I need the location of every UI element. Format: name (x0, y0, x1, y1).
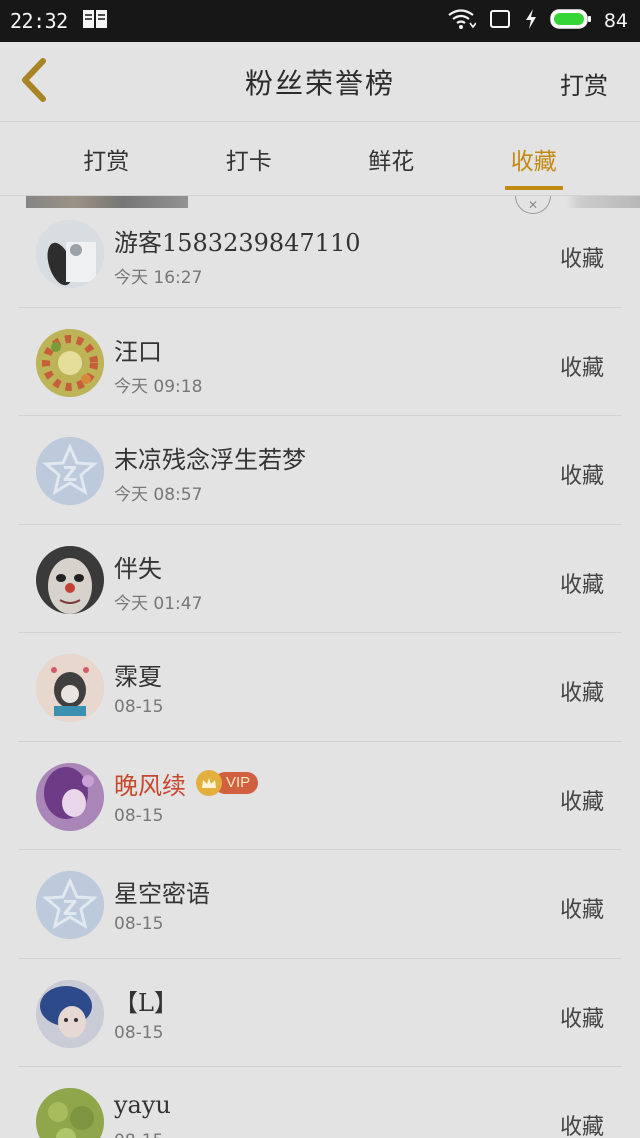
user-name: 游客1583239847110 (114, 229, 361, 257)
user-name: 【L】 (114, 988, 178, 1017)
list-item[interactable]: 晚风续 VIP 08-15 收藏 (0, 742, 640, 851)
user-name: 晚风续 (114, 771, 186, 800)
favorite-label: 收藏 (559, 247, 604, 272)
user-name: 伴失 (114, 554, 162, 583)
avatar[interactable]: Z (36, 437, 104, 505)
crown-icon (196, 770, 222, 796)
favorites-list: 游客1583239847110 今天 16:27 收藏 汪口 今天 09:18 … (0, 199, 640, 1138)
battery-icon (550, 8, 592, 34)
tab-label: 打赏 (83, 149, 130, 175)
app-window: 22:32 84 粉丝荣誉榜 打赏 打赏 打卡 鲜花 收藏 ✕ 游客158323… (0, 0, 640, 1138)
charging-icon (524, 8, 538, 34)
book-icon (82, 8, 108, 34)
tab-label: 打卡 (225, 149, 272, 175)
tab-reward[interactable]: 打赏 (35, 122, 178, 196)
reward-button[interactable]: 打赏 (560, 66, 608, 101)
favorite-label: 收藏 (559, 1115, 604, 1138)
favorite-label: 收藏 (559, 1006, 604, 1032)
timestamp: 今天 09:18 (114, 376, 203, 397)
back-button[interactable] (14, 58, 54, 106)
user-name: 汪口 (114, 337, 162, 366)
list-item[interactable]: yayu 08-15 收藏 (0, 1067, 640, 1138)
page-title: 粉丝荣誉榜 (244, 67, 395, 100)
active-tab-indicator (504, 186, 563, 190)
vip-badge: VIP (196, 770, 259, 796)
timestamp: 08-15 (114, 914, 164, 934)
user-name: 末凉残念浮生若梦 (114, 446, 306, 474)
avatar[interactable] (36, 654, 104, 722)
timestamp: 今天 01:47 (114, 593, 203, 614)
svg-text:Z: Z (63, 896, 78, 920)
timestamp: 今天 08:57 (114, 485, 203, 505)
timestamp: 08-15 (114, 1131, 163, 1138)
timestamp: 今天 16:27 (114, 268, 203, 288)
svg-text:Z: Z (63, 462, 78, 486)
avatar[interactable]: Z (36, 871, 104, 939)
list-item[interactable]: 【L】 08-15 收藏 (0, 959, 640, 1068)
list-item[interactable]: 伴失 今天 01:47 收藏 (0, 525, 640, 634)
avatar[interactable] (36, 545, 104, 614)
chevron-left-icon (18, 57, 50, 107)
battery-level: 84 (603, 10, 628, 32)
tab-label: 收藏 (510, 149, 557, 175)
avatar[interactable] (36, 762, 104, 831)
header: 粉丝荣誉榜 打赏 (0, 42, 640, 122)
favorite-label: 收藏 (559, 464, 604, 489)
tab-label: 鲜花 (368, 149, 415, 175)
timestamp: 08-15 (114, 697, 164, 717)
status-bar: 22:32 84 (0, 0, 640, 42)
user-name: 星空密语 (114, 880, 210, 908)
tab-bar: 打赏 打卡 鲜花 收藏 (0, 122, 640, 196)
list-item[interactable]: Z 末凉残念浮生若梦 今天 08:57 收藏 (0, 416, 640, 525)
screen-rotate-icon (488, 8, 512, 34)
avatar[interactable] (36, 1088, 104, 1138)
favorite-label: 收藏 (559, 789, 604, 815)
tab-flowers[interactable]: 鲜花 (320, 122, 463, 196)
list-item[interactable]: 游客1583239847110 今天 16:27 收藏 (0, 199, 640, 308)
avatar[interactable] (36, 979, 104, 1048)
avatar[interactable] (36, 220, 104, 288)
favorite-label: 收藏 (559, 355, 604, 381)
wifi-icon (446, 8, 477, 34)
user-name: 霂夏 (114, 663, 162, 691)
list-item[interactable]: Z 星空密语 08-15 收藏 (0, 850, 640, 959)
favorite-label: 收藏 (559, 681, 604, 706)
favorite-label: 收藏 (559, 572, 604, 598)
favorite-label: 收藏 (559, 898, 604, 923)
timestamp: 08-15 (114, 1022, 164, 1043)
user-name: yayu (114, 1091, 171, 1119)
avatar[interactable] (36, 328, 104, 397)
status-time: 22:32 (10, 9, 68, 33)
timestamp: 08-15 (114, 805, 164, 826)
tab-favorites[interactable]: 收藏 (463, 122, 606, 196)
tab-checkin[interactable]: 打卡 (178, 122, 321, 196)
list-item[interactable]: 霂夏 08-15 收藏 (0, 633, 640, 742)
list-item[interactable]: 汪口 今天 09:18 收藏 (0, 308, 640, 417)
